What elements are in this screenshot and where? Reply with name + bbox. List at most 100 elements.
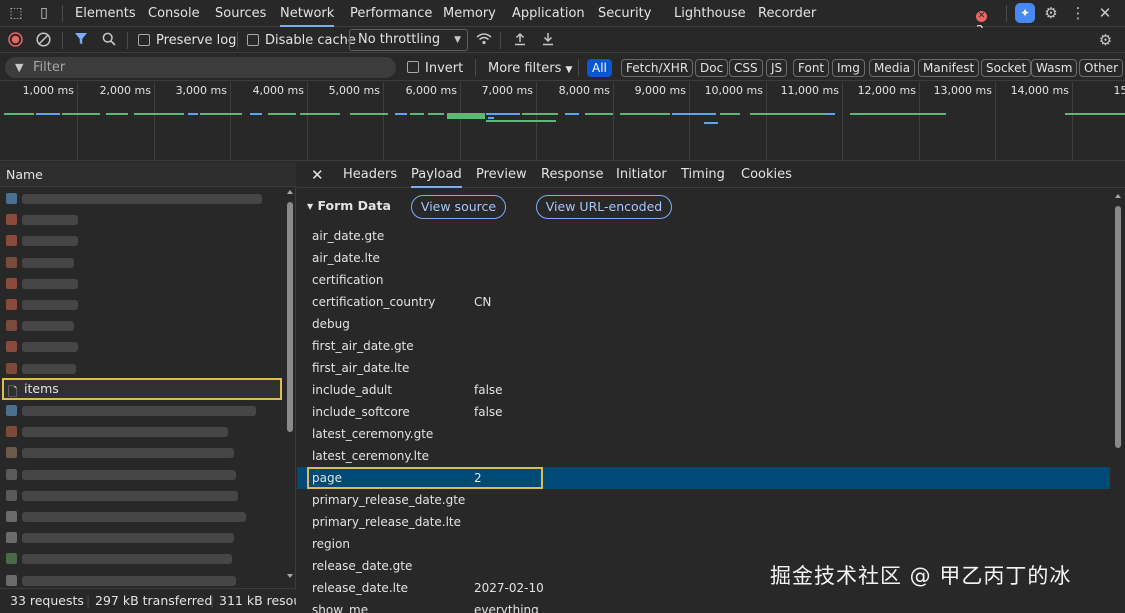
form-data-row[interactable]: latest_ceremony.lte	[297, 445, 1110, 467]
preserve-log-label[interactable]: Preserve log	[156, 28, 236, 53]
form-data-row[interactable]: region	[297, 533, 1110, 555]
ai-assistant-icon[interactable]: ✦	[1015, 3, 1035, 23]
triangle-down-icon: ▼	[307, 202, 314, 211]
form-data-row[interactable]: first_air_date.lte	[297, 357, 1110, 379]
gear-icon[interactable]: ⚙	[1097, 32, 1114, 49]
filter-chip-fetch-xhr[interactable]: Fetch/XHR	[621, 59, 694, 77]
tab-console[interactable]: Console	[148, 0, 200, 27]
request-row-items[interactable]: 🗋 items	[2, 378, 282, 400]
tab-lighthouse[interactable]: Lighthouse	[674, 0, 746, 27]
redacted-request-name	[22, 215, 78, 225]
request-row[interactable]	[0, 421, 284, 442]
filter-chip-other[interactable]: Other	[1079, 59, 1124, 77]
search-icon[interactable]	[100, 32, 117, 49]
tab-application[interactable]: Application	[512, 0, 585, 27]
form-data-row[interactable]: air_date.lte	[297, 247, 1110, 269]
request-row[interactable]	[0, 464, 284, 485]
error-badge[interactable]: ✕ 2	[976, 5, 998, 37]
tab-security[interactable]: Security	[598, 0, 651, 27]
detail-tab-preview[interactable]: Preview	[476, 162, 527, 188]
disable-cache-label[interactable]: Disable cache	[265, 28, 356, 53]
filter-chip-font[interactable]: Font	[793, 59, 830, 77]
view-source-button[interactable]: View source	[411, 195, 506, 219]
form-data-row[interactable]: certification	[297, 269, 1110, 291]
disable-cache-checkbox[interactable]	[247, 34, 259, 46]
form-data-row[interactable]: air_date.gte	[297, 225, 1110, 247]
filter-chip-all[interactable]: All	[587, 59, 612, 77]
request-row[interactable]	[0, 400, 284, 421]
request-row[interactable]	[0, 548, 284, 569]
inspect-element-icon[interactable]: ⬚	[8, 5, 24, 21]
filter-input[interactable]: ▼ Filter	[5, 57, 396, 78]
request-row[interactable]	[0, 252, 284, 273]
form-data-row[interactable]: primary_release_date.gte	[297, 489, 1110, 511]
request-row[interactable]	[0, 230, 284, 251]
detail-scrollbar[interactable]	[1112, 190, 1124, 613]
request-row[interactable]	[0, 188, 284, 209]
tab-network[interactable]: Network	[280, 0, 335, 27]
clear-icon[interactable]	[35, 32, 52, 49]
filter-chip-manifest[interactable]: Manifest	[918, 59, 980, 77]
detail-tab-payload[interactable]: Payload	[411, 162, 462, 188]
close-icon[interactable]: ✕	[1097, 5, 1113, 21]
tab-memory[interactable]: Memory	[443, 0, 496, 27]
form-data-row[interactable]: show_me everything	[297, 599, 1110, 613]
network-conditions-icon[interactable]	[475, 32, 492, 49]
request-row[interactable]	[0, 315, 284, 336]
export-har-icon[interactable]	[539, 32, 556, 49]
invert-checkbox[interactable]	[407, 61, 419, 73]
request-row[interactable]	[0, 273, 284, 294]
redacted-request-name	[22, 512, 246, 522]
device-toolbar-icon[interactable]: ▯	[36, 5, 52, 21]
close-icon[interactable]: ✕	[311, 162, 324, 188]
more-filters-button[interactable]: More filters ▼	[488, 55, 572, 82]
kebab-menu-icon[interactable]: ⋮	[1070, 5, 1086, 21]
filter-chip-doc[interactable]: Doc	[695, 59, 729, 77]
form-data-row[interactable]: certification_country CN	[297, 291, 1110, 313]
filter-icon[interactable]	[72, 32, 89, 49]
redacted-request-name	[22, 321, 74, 331]
form-data-row[interactable]: include_adult false	[297, 379, 1110, 401]
tab-sources[interactable]: Sources	[215, 0, 266, 27]
detail-tab-headers[interactable]: Headers	[343, 162, 397, 188]
detail-tab-cookies[interactable]: Cookies	[741, 162, 792, 188]
request-row[interactable]	[0, 294, 284, 315]
list-scrollbar[interactable]	[285, 188, 295, 588]
filter-chip-css[interactable]: CSS	[729, 59, 763, 77]
more-filters-label: More filters	[488, 61, 562, 76]
filter-chip-media[interactable]: Media	[869, 59, 916, 77]
request-row[interactable]	[0, 506, 284, 527]
detail-tab-initiator[interactable]: Initiator	[616, 162, 667, 188]
detail-tab-timing[interactable]: Timing	[681, 162, 725, 188]
request-row[interactable]	[0, 527, 284, 548]
timeline-tick-label: 13,000 ms	[933, 84, 992, 97]
filter-chip-socket[interactable]: Socket	[981, 59, 1032, 77]
form-data-header[interactable]: ▼ Form Data	[307, 198, 391, 213]
tab-performance[interactable]: Performance	[350, 0, 432, 27]
request-row[interactable]	[0, 209, 284, 230]
form-data-row[interactable]: debug	[297, 313, 1110, 335]
tab-elements[interactable]: Elements	[75, 0, 136, 27]
detail-tab-response[interactable]: Response	[541, 162, 603, 188]
request-row[interactable]	[0, 336, 284, 357]
filter-chip-img[interactable]: Img	[832, 59, 865, 77]
record-stop-icon[interactable]	[7, 32, 24, 49]
gear-icon[interactable]: ⚙	[1043, 5, 1059, 21]
form-data-row[interactable]: include_softcore false	[297, 401, 1110, 423]
request-row[interactable]	[0, 485, 284, 506]
form-data-row[interactable]: latest_ceremony.gte	[297, 423, 1110, 445]
network-overview-timeline[interactable]: 1,000 ms 2,000 ms 3,000 ms 4,000 ms 5,000 ms…	[0, 82, 1125, 161]
request-row[interactable]	[0, 358, 284, 379]
throttling-select[interactable]: No throttling ▼	[349, 29, 468, 51]
name-column-header[interactable]: Name	[0, 162, 296, 187]
form-data-row[interactable]: primary_release_date.lte	[297, 511, 1110, 533]
request-row[interactable]	[0, 442, 284, 463]
tab-recorder[interactable]: Recorder	[758, 0, 816, 27]
filter-chip-js[interactable]: JS	[766, 59, 788, 77]
import-har-icon[interactable]	[511, 32, 528, 49]
filter-chip-wasm[interactable]: Wasm	[1031, 59, 1078, 77]
preserve-log-checkbox[interactable]	[138, 34, 150, 46]
view-url-encoded-button[interactable]: View URL-encoded	[536, 195, 672, 219]
form-data-row[interactable]: first_air_date.gte	[297, 335, 1110, 357]
invert-label[interactable]: Invert	[425, 55, 463, 82]
